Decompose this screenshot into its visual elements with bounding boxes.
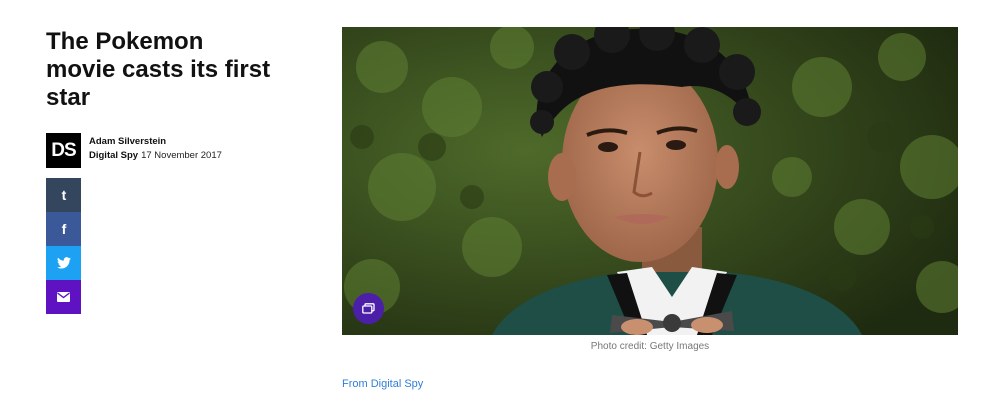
share-bar: t f [46,178,81,314]
svg-text:f: f [61,222,66,236]
share-facebook-button[interactable]: f [46,212,81,246]
hero-photo [342,27,958,335]
hero-image[interactable] [342,27,958,335]
email-icon [57,292,70,302]
author-name[interactable]: Adam Silverstein [89,135,222,149]
from-source-link[interactable]: From Digital Spy [342,378,423,390]
share-email-button[interactable] [46,280,81,314]
svg-text:t: t [61,188,66,202]
share-twitter-button[interactable] [46,246,81,280]
byline-text: Adam Silverstein Digital Spy 17 November … [89,133,222,168]
digital-spy-logo: DS [46,133,81,168]
share-tumblr-button[interactable]: t [46,178,81,212]
photo-caption: Photo credit: Getty Images [590,341,710,352]
facebook-icon: f [61,222,66,236]
article-title: The Pokemon movie casts its first star [46,28,271,111]
byline: DS Adam Silverstein Digital Spy 17 Novemb… [46,133,222,168]
gallery-icon [362,303,375,314]
publish-date: 17 November 2017 [141,150,222,161]
twitter-icon [56,257,71,269]
source-name[interactable]: Digital Spy [89,150,138,161]
tumblr-icon: t [61,188,66,202]
gallery-button[interactable] [353,293,384,324]
